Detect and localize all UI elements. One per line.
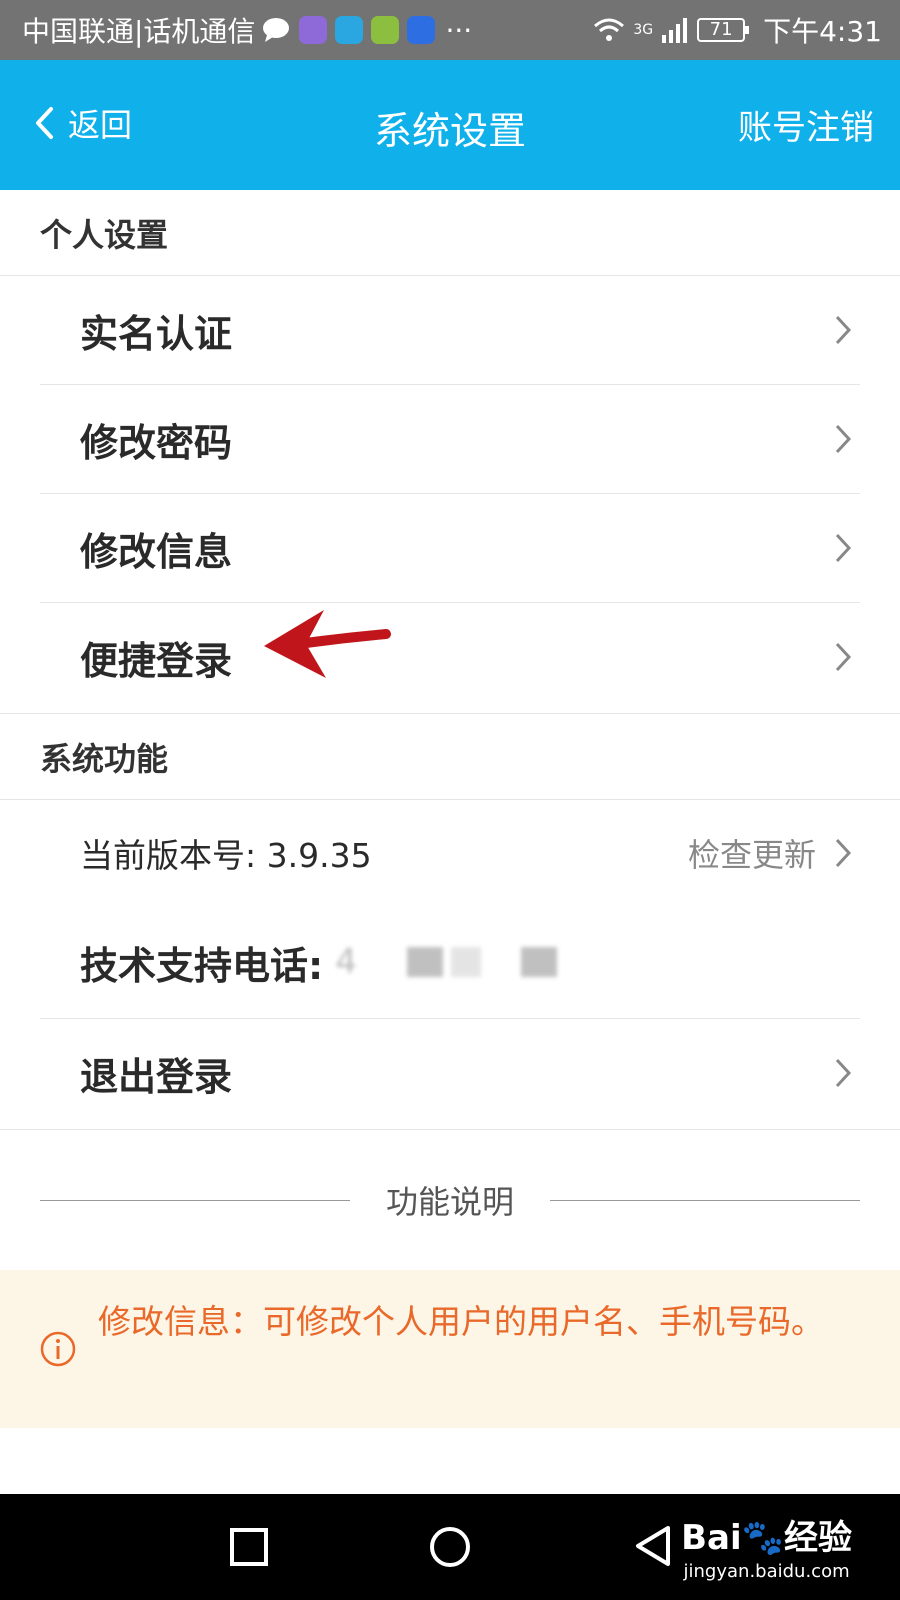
status-bar: 中国联通|话机通信 ··· 3G 71 下午4:31 xyxy=(0,0,900,60)
notification-icons: ··· xyxy=(261,14,472,47)
divider xyxy=(40,1199,350,1201)
bulb-app-icon xyxy=(407,16,436,44)
purple-app-icon xyxy=(299,16,328,44)
wifi-icon xyxy=(594,18,625,41)
list-item-quick-login[interactable]: 便捷登录 xyxy=(0,603,900,711)
redacted-block xyxy=(406,947,443,977)
battery-icon: 71 xyxy=(697,18,750,42)
support-phone-label: 技术支持电话: xyxy=(80,943,324,988)
version-label: 当前版本号: 3.9.35 xyxy=(80,836,372,875)
info-text: 修改信息：可修改个人用户的用户名、手机号码。 xyxy=(98,1302,824,1341)
function-description-header: 功能说明 xyxy=(40,1175,861,1225)
clock: 下午4:31 xyxy=(763,15,882,48)
chevron-right-icon xyxy=(835,642,852,672)
watermark-url: jingyan.baidu.com xyxy=(683,1561,850,1582)
support-phone-row: 技术支持电话: 4 xyxy=(0,908,900,1016)
baidu-jingyan-watermark: Bai🐾经验 jingyan.baidu.com xyxy=(681,1510,852,1582)
divider xyxy=(0,1129,900,1130)
back-nav-icon[interactable] xyxy=(632,1524,672,1568)
system-nav-bar: Bai🐾经验 jingyan.baidu.com xyxy=(0,1494,900,1600)
title-bar: 返回 系统设置 账号注销 xyxy=(0,60,900,190)
chevron-right-icon xyxy=(835,838,852,868)
list-item-label: 修改密码 xyxy=(80,420,233,465)
divider xyxy=(550,1199,861,1201)
list-item-label: 便捷登录 xyxy=(80,638,233,683)
redacted-block xyxy=(450,947,481,977)
recent-apps-icon[interactable] xyxy=(230,1528,268,1566)
more-notifications: ··· xyxy=(445,13,473,47)
chevron-right-icon xyxy=(835,315,852,345)
check-update-link[interactable]: 检查更新 xyxy=(688,830,816,876)
account-cancel-button[interactable]: 账号注销 xyxy=(738,100,874,149)
watermark-brand: Bai🐾经验 xyxy=(681,1518,852,1558)
list-item-change-info[interactable]: 修改信息 xyxy=(0,494,900,602)
chevron-right-icon xyxy=(835,1058,852,1088)
logout-row[interactable]: 退出登录 xyxy=(0,1019,900,1127)
support-phone-value: 4 xyxy=(335,942,357,982)
list-item-real-name-auth[interactable]: 实名认证 xyxy=(0,276,900,384)
list-item-change-password[interactable]: 修改密码 xyxy=(0,385,900,493)
chevron-right-icon xyxy=(835,424,852,454)
chat-bubble-icon xyxy=(263,18,290,42)
green-app-icon xyxy=(371,16,400,44)
chevron-right-icon xyxy=(835,533,852,563)
annotation-arrow-icon xyxy=(264,610,391,678)
redacted-block xyxy=(520,947,557,977)
function-description-title: 功能说明 xyxy=(386,1183,515,1221)
logout-label: 退出登录 xyxy=(80,1054,233,1099)
section-personal-settings: 个人设置 xyxy=(0,190,900,276)
list-item-label: 修改信息 xyxy=(80,529,233,574)
info-box: 修改信息：可修改个人用户的用户名、手机号码。 xyxy=(0,1270,900,1428)
section-system-functions: 系统功能 xyxy=(0,714,900,800)
shield-app-icon xyxy=(335,16,364,44)
version-row[interactable]: 当前版本号: 3.9.35 检查更新 xyxy=(0,800,900,906)
network-type: 3G xyxy=(633,22,654,38)
list-item-label: 实名认证 xyxy=(80,311,233,356)
carrier-label: 中国联通|话机通信 xyxy=(22,15,256,48)
home-icon[interactable] xyxy=(429,1526,471,1568)
info-icon xyxy=(40,1331,76,1367)
signal-icon xyxy=(662,18,688,43)
